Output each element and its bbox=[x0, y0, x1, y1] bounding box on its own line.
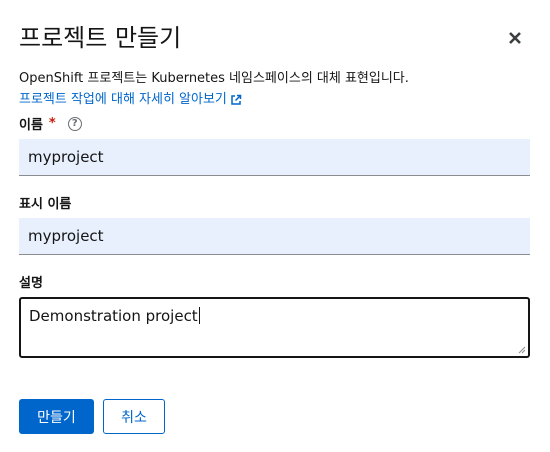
create-button[interactable]: 만들기 bbox=[19, 399, 94, 434]
description-label-text: 설명 bbox=[19, 276, 43, 291]
name-input-value: myproject bbox=[28, 148, 104, 166]
required-indicator: * bbox=[48, 116, 56, 131]
display-name-input-value: myproject bbox=[28, 227, 104, 245]
name-label: 이름 * ? bbox=[19, 114, 82, 133]
learn-more-link[interactable]: 프로젝트 작업에 대해 자세히 알아보기 bbox=[19, 91, 242, 109]
description-label: 설명 bbox=[19, 272, 43, 291]
display-name-label: 표시 이름 bbox=[19, 193, 71, 212]
description-textarea-value: Demonstration project bbox=[29, 307, 198, 325]
close-button[interactable] bbox=[503, 26, 527, 50]
learn-more-link-label: 프로젝트 작업에 대해 자세히 알아보기 bbox=[19, 92, 227, 107]
cancel-button[interactable]: 취소 bbox=[103, 399, 165, 434]
text-cursor bbox=[198, 307, 200, 324]
description-textarea[interactable]: Demonstration project bbox=[19, 297, 530, 358]
external-link-icon bbox=[231, 94, 242, 105]
dialog-description: OpenShift 프로젝트는 Kubernetes 네임스페이스의 대체 표현… bbox=[19, 71, 409, 86]
name-input[interactable]: myproject bbox=[19, 139, 530, 176]
dialog-title: 프로젝트 만들기 bbox=[19, 24, 182, 52]
display-name-input[interactable]: myproject bbox=[19, 218, 530, 255]
close-icon bbox=[509, 32, 521, 44]
resize-grip-icon[interactable] bbox=[518, 346, 526, 354]
name-label-text: 이름 bbox=[19, 118, 43, 133]
help-icon[interactable]: ? bbox=[67, 116, 82, 131]
display-name-label-text: 표시 이름 bbox=[19, 197, 72, 212]
